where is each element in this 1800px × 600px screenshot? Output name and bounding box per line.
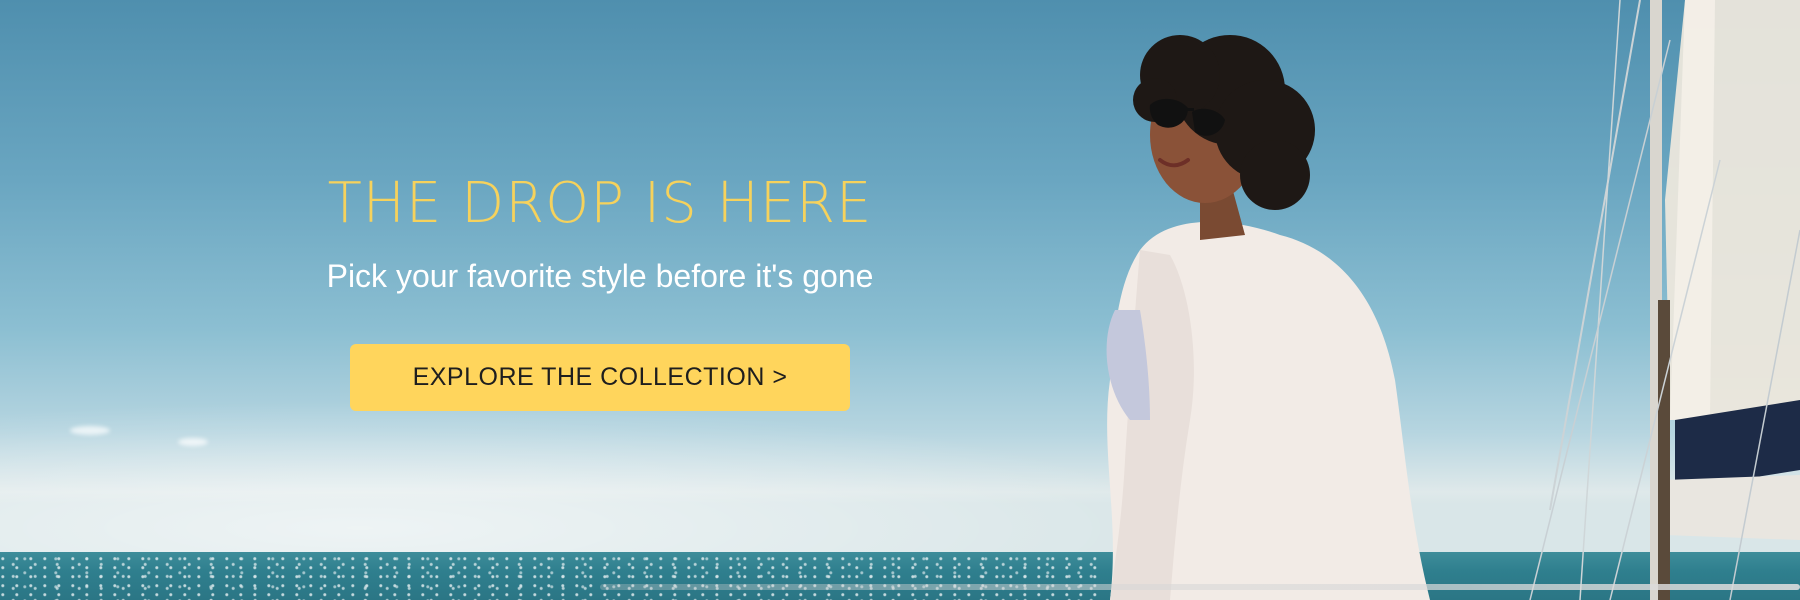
hero-headline: THE DROP IS HERE — [327, 171, 873, 236]
sky-haze — [0, 400, 1200, 560]
explore-collection-button[interactable]: EXPLORE THE COLLECTION > — [350, 344, 850, 411]
boat-rail — [600, 584, 1800, 590]
hero-banner: THE DROP IS HERE Pick your favorite styl… — [0, 0, 1800, 600]
hero-content: THE DROP IS HERE Pick your favorite styl… — [290, 168, 910, 411]
sailboat-rigging — [1529, 0, 1800, 600]
model-photo — [1106, 35, 1430, 600]
cloud — [70, 426, 110, 435]
sea-sparkles — [0, 556, 1100, 600]
cloud — [178, 438, 208, 446]
hero-subheadline: Pick your favorite style before it's gon… — [326, 258, 874, 294]
